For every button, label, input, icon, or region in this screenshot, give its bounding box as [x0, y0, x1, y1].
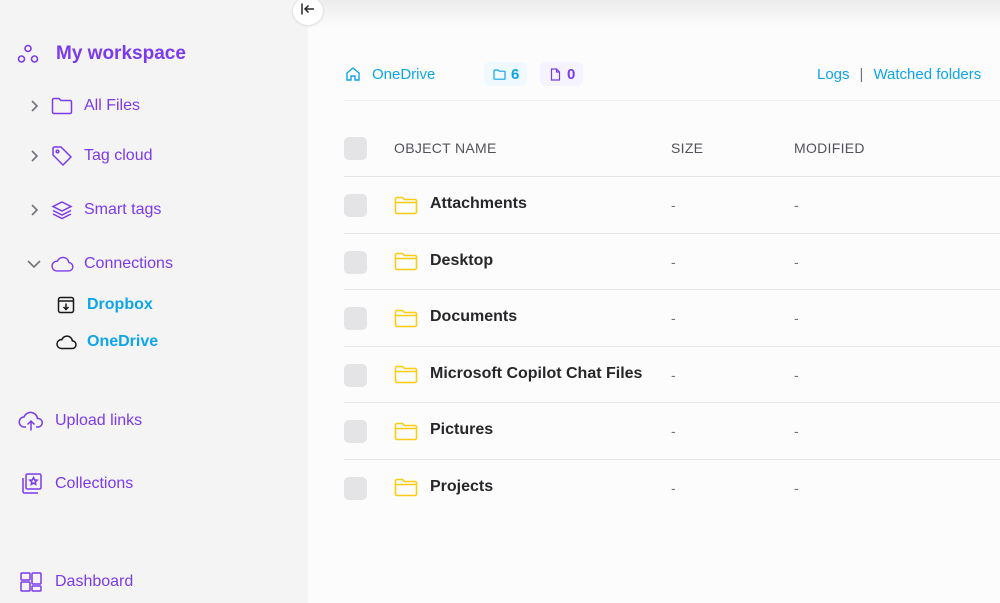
folder-icon: [394, 195, 418, 215]
chevron-right-icon[interactable]: [24, 96, 44, 116]
table-row[interactable]: Projects - -: [344, 460, 1000, 517]
table-row[interactable]: Documents - -: [344, 290, 1000, 347]
file-count: 0: [567, 65, 576, 83]
table-header: OBJECT NAME SIZE MODIFIED: [344, 120, 1000, 177]
home-icon: [344, 65, 362, 83]
folder-icon: [394, 308, 418, 328]
row-checkbox[interactable]: [344, 250, 367, 274]
sidebar-item-dashboard[interactable]: Dashboard: [18, 568, 133, 596]
row-size: -: [671, 310, 676, 326]
collapse-left-icon: [300, 2, 316, 21]
chevron-down-icon[interactable]: [24, 254, 44, 274]
folder-small-icon: [492, 67, 506, 81]
folder-count: 6: [511, 65, 520, 83]
layers-icon: [50, 198, 74, 222]
row-name[interactable]: Documents: [430, 308, 517, 326]
row-size: -: [671, 197, 676, 213]
row-size: -: [671, 253, 676, 270]
connection-item-onedrive[interactable]: OneDrive: [55, 329, 158, 355]
sidebar-item-all-files[interactable]: All Files: [24, 92, 140, 120]
row-name[interactable]: Attachments: [430, 195, 527, 213]
dropbox-icon: [55, 294, 77, 316]
row-size: -: [671, 479, 676, 496]
sidebar-item-upload-links[interactable]: Upload links: [18, 407, 142, 435]
sidebar-item-connections[interactable]: Connections: [24, 250, 173, 278]
row-size: -: [671, 366, 676, 383]
sidebar: My workspace All Files Tag cloud Smart t…: [0, 0, 308, 603]
sidebar-item-label: All Files: [84, 97, 141, 114]
select-all-checkbox[interactable]: [344, 137, 367, 160]
dashboard-icon: [18, 569, 44, 595]
breadcrumb: OneDrive 6 0 Logs | Watched folders: [344, 60, 1000, 88]
row-modified: -: [794, 253, 799, 270]
row-checkbox[interactable]: [344, 194, 367, 217]
sidebar-item-label: Collections: [55, 475, 134, 492]
file-count-badge: 0: [540, 62, 584, 86]
row-modified: -: [794, 197, 799, 213]
folder-icon: [394, 478, 418, 498]
workspace-header[interactable]: My workspace: [16, 40, 186, 68]
folder-count-badge: 6: [484, 62, 528, 86]
row-modified: -: [794, 310, 799, 326]
row-modified: -: [794, 423, 799, 439]
breadcrumb-current[interactable]: OneDrive: [344, 65, 435, 83]
sidebar-item-label: Smart tags: [84, 201, 162, 218]
workspace-title: My workspace: [56, 43, 186, 64]
sidebar-item-label: Connections: [84, 255, 173, 272]
top-links: Logs | Watched folders: [817, 66, 981, 83]
table-row[interactable]: Attachments - -: [344, 177, 1000, 234]
column-header-modified[interactable]: MODIFIED: [794, 140, 865, 156]
row-size: -: [671, 423, 676, 439]
table-row[interactable]: Pictures - -: [344, 403, 1000, 460]
folder-icon: [394, 365, 418, 385]
cloud-upload-icon: [18, 408, 44, 434]
file-small-icon: [548, 67, 562, 81]
main-content: OneDrive 6 0 Logs | Watched folders OBJE…: [308, 0, 1000, 603]
top-bar: [308, 0, 1000, 28]
row-name[interactable]: Desktop: [430, 252, 493, 270]
workspace-icon: [16, 42, 40, 66]
file-table: OBJECT NAME SIZE MODIFIED Attachments - …: [344, 120, 1000, 516]
connection-label: Dropbox: [87, 296, 153, 313]
column-header-size[interactable]: SIZE: [671, 140, 703, 156]
connection-item-dropbox[interactable]: Dropbox: [55, 292, 153, 318]
onedrive-cloud-icon: [55, 331, 77, 353]
sidebar-item-label: Upload links: [55, 412, 143, 429]
row-checkbox[interactable]: [344, 420, 367, 443]
cloud-icon: [50, 252, 74, 276]
table-row[interactable]: Desktop - -: [344, 234, 1000, 290]
row-checkbox[interactable]: [344, 307, 367, 330]
row-name[interactable]: Pictures: [430, 421, 493, 439]
row-checkbox[interactable]: [344, 363, 367, 387]
row-modified: -: [794, 479, 799, 496]
breadcrumb-label: OneDrive: [372, 65, 436, 83]
row-checkbox[interactable]: [344, 476, 367, 500]
divider: [344, 100, 1000, 101]
chevron-right-icon[interactable]: [24, 146, 44, 166]
sidebar-item-collections[interactable]: Collections: [18, 470, 133, 498]
column-header-name[interactable]: OBJECT NAME: [394, 140, 497, 156]
tag-icon: [50, 144, 74, 168]
folder-icon: [394, 252, 418, 272]
sidebar-item-label: Dashboard: [55, 573, 134, 590]
sidebar-item-tag-cloud[interactable]: Tag cloud: [24, 142, 153, 170]
folder-icon: [394, 421, 418, 441]
sidebar-item-label: Tag cloud: [84, 147, 153, 164]
row-name[interactable]: Projects: [430, 478, 493, 496]
collections-icon: [18, 471, 44, 497]
link-separator: |: [859, 65, 864, 83]
row-modified: -: [794, 366, 799, 383]
folder-icon: [50, 94, 74, 118]
row-name[interactable]: Microsoft Copilot Chat Files: [430, 365, 642, 383]
logs-link[interactable]: Logs: [817, 66, 850, 83]
connection-label: OneDrive: [87, 333, 159, 350]
sidebar-item-smart-tags[interactable]: Smart tags: [24, 196, 161, 224]
chevron-right-icon[interactable]: [24, 200, 44, 220]
table-row[interactable]: Microsoft Copilot Chat Files - -: [344, 347, 1000, 403]
watched-folders-link[interactable]: Watched folders: [873, 66, 981, 83]
